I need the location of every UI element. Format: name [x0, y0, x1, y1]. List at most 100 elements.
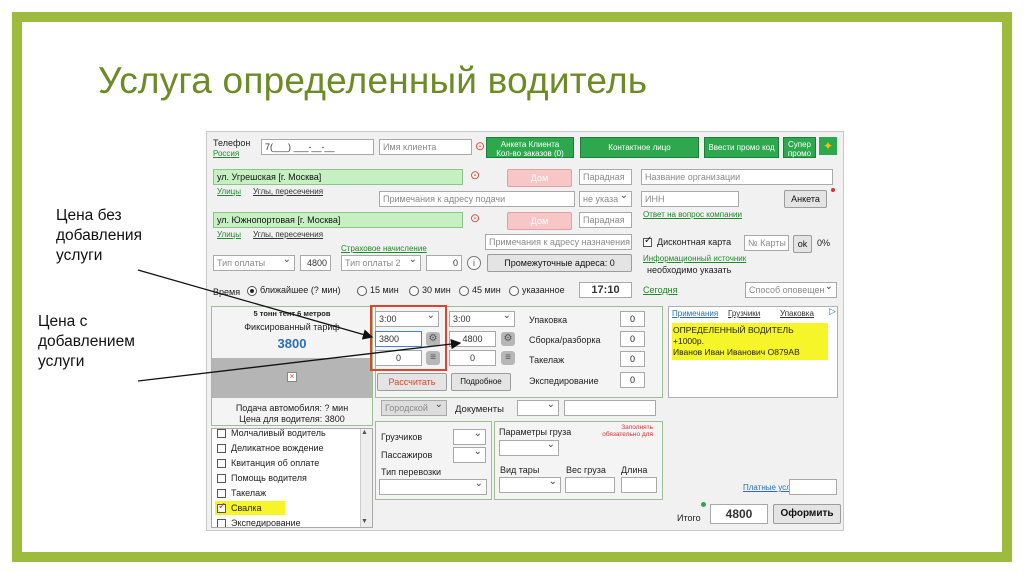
promo-code-button[interactable]: Ввести промо код	[704, 137, 779, 158]
zero-a-input[interactable]: 0	[375, 350, 422, 366]
checkbox-icon	[217, 444, 226, 454]
discount-card-checkbox[interactable]: ✓ Дисконтная карта	[643, 235, 731, 248]
pickup-unit-select[interactable]: не указа	[579, 191, 632, 207]
time-b-select[interactable]: 3:00	[449, 311, 515, 327]
phone-input[interactable]: 7(___) ___-__-__	[261, 139, 374, 155]
pickup-entrance-input[interactable]: Парадная	[579, 169, 632, 185]
paid-services-input[interactable]	[789, 479, 837, 495]
extra-value-assembly[interactable]: 0	[620, 331, 645, 347]
info-icon[interactable]: i	[467, 256, 481, 270]
insurance-link[interactable]: Страховое начисление	[341, 244, 427, 253]
calculate-button[interactable]: Рассчитать	[377, 373, 447, 391]
length-input[interactable]	[621, 477, 657, 493]
payment-amount2-input[interactable]: 0	[426, 255, 462, 271]
dropoff-address-input[interactable]: ул. Южнопортовая [г. Москва]	[213, 212, 463, 228]
pickup-house-input[interactable]: Дом	[507, 169, 572, 187]
extra-label-packing: Упаковка	[529, 315, 568, 325]
service-item[interactable]: Помощь водителя	[217, 473, 307, 484]
weight-input[interactable]	[565, 477, 615, 493]
pickup-address-input[interactable]: ул. Угрешская [г. Москва]	[213, 169, 463, 185]
country-link[interactable]: Россия	[213, 149, 239, 158]
loaders-select[interactable]	[453, 429, 486, 445]
intermediate-addresses-button[interactable]: Промежуточные адреса: 0	[487, 254, 632, 272]
super-promo-button[interactable]: Супер промо	[783, 137, 816, 158]
service-item[interactable]: Такелаж	[217, 488, 266, 499]
stack-icon[interactable]: ≡	[426, 351, 440, 365]
company-answer-link[interactable]: Ответ на вопрос компании	[643, 210, 742, 219]
tab-loaders[interactable]: Грузчики	[728, 309, 760, 318]
service-item-checked[interactable]: ✓ Свалка	[217, 501, 262, 514]
time-option-30[interactable]: 30 мин	[409, 285, 451, 296]
time-option-specified[interactable]: указанное	[509, 285, 565, 296]
tariff-delivery: Подача автомобиля: ? мин	[235, 403, 349, 413]
dropoff-streets-link[interactable]: Улицы	[217, 230, 241, 239]
today-link[interactable]: Сегодня	[643, 285, 678, 295]
company-anketa-button[interactable]: Анкета	[784, 190, 827, 208]
package-type-select[interactable]	[499, 477, 561, 493]
dropoff-corners-link[interactable]: Углы, пересечения	[253, 230, 323, 239]
service-item[interactable]: Квитанция об оплате	[217, 458, 319, 469]
extra-value-packing[interactable]: 0	[620, 311, 645, 327]
documents-input[interactable]	[564, 400, 656, 416]
tariff-price: 3800	[277, 336, 307, 351]
time-option-nearest[interactable]: ближайшее (? мин)	[247, 285, 341, 296]
dropoff-entrance-input[interactable]: Парадная	[579, 212, 632, 228]
city-select[interactable]: Городской	[381, 400, 447, 416]
scroll-up-icon[interactable]: ▲	[361, 429, 368, 436]
dropoff-notes-input[interactable]: Примечания к адресу назначения	[485, 234, 632, 250]
company-name-input[interactable]: Название организации	[641, 169, 833, 185]
services-scrollbar[interactable]	[360, 429, 372, 527]
gift-icon[interactable]: ✦	[819, 137, 837, 155]
stack-icon[interactable]: ≡	[501, 351, 515, 365]
tab-notes[interactable]: Примечания	[672, 309, 718, 318]
contact-person-button[interactable]: Контактное лицо	[580, 137, 699, 158]
tab-packing[interactable]: Упаковка	[780, 309, 814, 318]
checkbox-icon	[217, 519, 226, 527]
card-ok-button[interactable]: ok	[793, 235, 812, 253]
radio-off-icon	[409, 285, 419, 296]
notify-method-select[interactable]: Способ оповещен	[745, 282, 837, 298]
passengers-select[interactable]	[453, 447, 486, 463]
price-without-input[interactable]: 3800	[375, 331, 422, 347]
pickup-pin-icon[interactable]: ⊙	[470, 168, 480, 182]
tab-scroll-right-icon[interactable]: ▷	[829, 306, 836, 317]
scroll-down-icon[interactable]: ▼	[361, 518, 368, 525]
pickup-streets-link[interactable]: Улицы	[217, 187, 241, 196]
time-option-15[interactable]: 15 мин	[357, 285, 399, 296]
time-option-45[interactable]: 45 мин	[459, 285, 501, 296]
payment-type-select[interactable]: Тип оплаты	[213, 255, 295, 271]
extra-value-rigging[interactable]: 0	[620, 351, 645, 367]
cargo-params-select[interactable]	[499, 440, 559, 456]
tariff-driver-price: Цена для водителя: 3800	[239, 414, 345, 424]
service-item[interactable]: Экспедирование	[217, 518, 301, 527]
location-pin-icon[interactable]: ⊙	[475, 139, 485, 153]
payment-type2-select[interactable]: Тип оплаты 2	[341, 255, 421, 271]
phone-label: Телефон	[213, 138, 251, 148]
card-number-input[interactable]: № Карты	[744, 235, 789, 251]
price-with-input[interactable]: 4800	[449, 331, 496, 347]
time-a-select[interactable]: 3:00	[375, 311, 439, 327]
package-type-label: Вид тары	[500, 465, 540, 475]
detailed-button[interactable]: Подробное	[451, 373, 511, 391]
dropoff-pin-icon[interactable]: ⊙	[470, 211, 480, 225]
payment-amount-input[interactable]: 4800	[300, 255, 331, 271]
transport-type-select[interactable]	[379, 479, 487, 495]
zero-b-input[interactable]: 0	[449, 350, 496, 366]
time-clock[interactable]: 17:10	[579, 282, 632, 298]
extra-value-forwarding[interactable]: 0	[620, 372, 645, 388]
inn-input[interactable]: ИНН	[641, 191, 739, 207]
dropoff-house-input[interactable]: Дом	[507, 212, 572, 230]
gear-icon[interactable]: ⚙	[426, 332, 440, 346]
documents-select[interactable]	[517, 400, 559, 416]
submit-order-button[interactable]: Оформить	[773, 504, 841, 524]
client-name-input[interactable]: Имя клиента	[379, 139, 472, 155]
info-source-value: необходимо указать	[647, 265, 732, 275]
pickup-notes-input[interactable]: Примечания к адресу подачи	[379, 191, 575, 207]
gear-icon[interactable]: ⚙	[501, 332, 515, 346]
client-profile-button[interactable]: Анкета Клиента Кол-во заказов (0)	[486, 137, 574, 158]
service-item[interactable]: Деликатное вождение	[217, 443, 324, 454]
notes-text[interactable]: ОПРЕДЕЛЕННЫЙ ВОДИТЕЛЬ +1000р. Иванов Ива…	[672, 323, 828, 360]
info-source-link[interactable]: Информационный источник	[643, 254, 746, 263]
pickup-corners-link[interactable]: Углы, пересечения	[253, 187, 323, 196]
service-item[interactable]: Молчаливый водитель	[217, 428, 326, 438]
